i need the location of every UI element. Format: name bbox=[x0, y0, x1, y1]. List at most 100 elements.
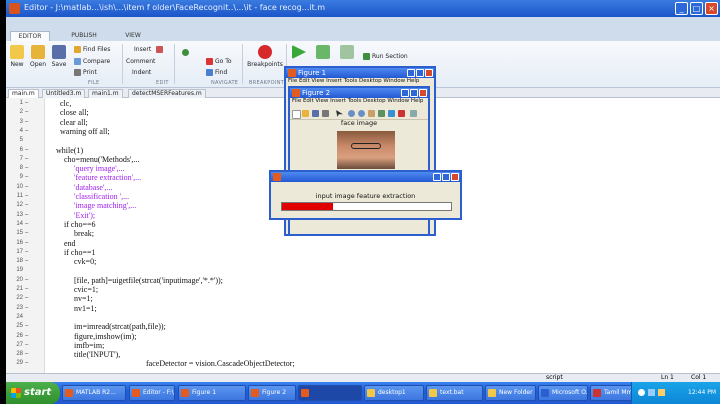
print-button[interactable]: Print bbox=[74, 69, 97, 76]
taskbar-item[interactable]: text.bat bbox=[426, 385, 483, 401]
breakpoint-marker[interactable]: – bbox=[25, 342, 28, 348]
close-button[interactable] bbox=[425, 69, 433, 77]
rotate-icon[interactable] bbox=[378, 110, 385, 117]
new-button[interactable]: New bbox=[6, 45, 28, 68]
breakpoints-button[interactable]: Breakpoints bbox=[246, 45, 284, 68]
insert-button[interactable]: Insert bbox=[134, 46, 151, 53]
go-to-button[interactable]: Go To bbox=[206, 58, 232, 65]
fx-button[interactable] bbox=[156, 46, 163, 53]
taskbar-item[interactable]: Microsoft O... bbox=[538, 385, 588, 401]
file-tab[interactable]: main.m bbox=[8, 89, 39, 98]
pointer-icon[interactable] bbox=[336, 110, 343, 117]
taskbar-item[interactable]: Figure 2 bbox=[248, 385, 296, 401]
breakpoint-marker[interactable]: – bbox=[25, 258, 28, 264]
close-button[interactable] bbox=[419, 89, 427, 97]
zoom-out-icon[interactable] bbox=[358, 110, 365, 117]
volume-icon[interactable] bbox=[648, 389, 655, 396]
start-button[interactable]: start bbox=[6, 382, 60, 404]
maximize-button[interactable]: □ bbox=[690, 2, 703, 15]
file-tab[interactable]: main1.m bbox=[88, 89, 123, 98]
maximize-button[interactable] bbox=[442, 173, 450, 181]
code-text: 'query image',... bbox=[74, 164, 125, 174]
run-section-button[interactable]: Run Section bbox=[363, 53, 408, 60]
minimize-button[interactable] bbox=[407, 69, 415, 77]
save-button[interactable]: Save bbox=[48, 45, 70, 68]
find-button[interactable]: Find bbox=[206, 69, 227, 76]
network-icon[interactable] bbox=[638, 389, 645, 396]
breakpoint-marker[interactable]: – bbox=[25, 193, 28, 199]
breakpoint-marker[interactable]: – bbox=[25, 128, 28, 134]
breakpoint-marker[interactable]: – bbox=[25, 212, 28, 218]
file-tab[interactable]: Untitled3.m bbox=[42, 89, 86, 98]
run-button[interactable] bbox=[288, 45, 310, 61]
breakpoint-marker[interactable]: – bbox=[25, 184, 28, 190]
breakpoint-marker[interactable]: – bbox=[25, 249, 28, 255]
breakpoint-marker[interactable]: – bbox=[25, 156, 28, 162]
tab-publish[interactable]: PUBLISH bbox=[64, 31, 104, 41]
minimize-button[interactable] bbox=[433, 173, 441, 181]
breakpoint-marker[interactable]: – bbox=[25, 221, 28, 227]
security-icon[interactable] bbox=[658, 389, 665, 396]
file-tab[interactable]: detectMSERFeatures.m bbox=[128, 89, 206, 98]
breakpoint-marker[interactable]: – bbox=[25, 100, 28, 106]
close-button[interactable] bbox=[451, 173, 459, 181]
breakpoint-marker[interactable]: – bbox=[25, 277, 28, 283]
line-number: 11 bbox=[16, 193, 23, 199]
folder-open-icon bbox=[31, 45, 45, 59]
taskbar-item-label: New Folder bbox=[499, 389, 533, 396]
taskbar-item[interactable] bbox=[298, 385, 362, 401]
data-cursor-icon[interactable] bbox=[388, 110, 395, 117]
breakpoint-marker[interactable]: – bbox=[25, 323, 28, 329]
desktop-screen: Editor - J:\matlab...\ish\...\item f old… bbox=[6, 0, 720, 404]
figure2-menu-bar[interactable]: File Edit View Insert Tools Desktop Wind… bbox=[292, 98, 423, 104]
legend-icon[interactable] bbox=[410, 110, 417, 117]
code-text: warning off all; bbox=[60, 126, 110, 136]
pan-icon[interactable] bbox=[368, 110, 375, 117]
minimize-button[interactable] bbox=[401, 89, 409, 97]
breakpoint-marker[interactable]: – bbox=[25, 202, 28, 208]
breakpoint-marker[interactable]: – bbox=[25, 351, 28, 357]
minimize-button[interactable]: _ bbox=[675, 2, 688, 15]
breakpoint-marker[interactable]: – bbox=[25, 240, 28, 246]
taskbar-item[interactable]: Figure 1 bbox=[178, 385, 246, 401]
zoom-in-icon[interactable] bbox=[348, 110, 355, 117]
close-button[interactable]: × bbox=[705, 2, 718, 15]
breakpoint-marker[interactable]: – bbox=[25, 119, 28, 125]
breakpoint-marker[interactable]: – bbox=[25, 147, 28, 153]
new-figure-icon[interactable] bbox=[292, 110, 301, 119]
open-button[interactable]: Open bbox=[27, 45, 49, 68]
breakpoint-marker[interactable]: – bbox=[25, 230, 28, 236]
save-icon[interactable] bbox=[312, 110, 319, 117]
breakpoint-marker[interactable]: – bbox=[25, 295, 28, 301]
run-advance-button[interactable] bbox=[312, 45, 334, 61]
compare-button[interactable]: Compare bbox=[74, 58, 110, 65]
tab-view[interactable]: VIEW bbox=[118, 31, 148, 41]
arrow-back-icon[interactable] bbox=[182, 49, 189, 56]
maximize-button[interactable] bbox=[416, 69, 424, 77]
breakpoint-marker[interactable]: – bbox=[25, 165, 28, 171]
breakpoint-marker[interactable]: – bbox=[25, 333, 28, 339]
maximize-button[interactable] bbox=[410, 89, 418, 97]
taskbar-item-label: Figure 1 bbox=[192, 389, 217, 396]
taskbar-app-icon bbox=[367, 389, 375, 397]
taskbar-item-label: Figure 2 bbox=[262, 389, 287, 396]
line-number: 10 bbox=[16, 183, 23, 190]
brush-icon[interactable] bbox=[398, 110, 405, 117]
line-number: 5 bbox=[19, 137, 23, 144]
comment-button[interactable]: Comment bbox=[126, 58, 155, 65]
breakpoint-marker[interactable]: – bbox=[25, 109, 28, 115]
open-icon[interactable] bbox=[302, 110, 309, 117]
breakpoint-marker[interactable]: – bbox=[25, 286, 28, 292]
indent-button[interactable]: Indent bbox=[132, 69, 151, 76]
breakpoint-marker[interactable]: – bbox=[25, 174, 28, 180]
breakpoint-marker[interactable]: – bbox=[25, 305, 28, 311]
taskbar-item[interactable]: Editor - F:\... bbox=[129, 385, 175, 401]
taskbar-item[interactable]: desktop1 bbox=[364, 385, 424, 401]
breakpoint-marker[interactable]: – bbox=[25, 360, 28, 366]
run-and-time-button[interactable] bbox=[336, 45, 358, 61]
figure1-menu-bar[interactable]: File Edit View Insert Tools Desktop Wind… bbox=[288, 78, 419, 84]
find-files-button[interactable]: Find Files bbox=[74, 46, 110, 53]
taskbar-item[interactable]: MATLAB R2... bbox=[62, 385, 126, 401]
print-icon[interactable] bbox=[322, 110, 329, 117]
taskbar-item[interactable]: New Folder bbox=[485, 385, 536, 401]
